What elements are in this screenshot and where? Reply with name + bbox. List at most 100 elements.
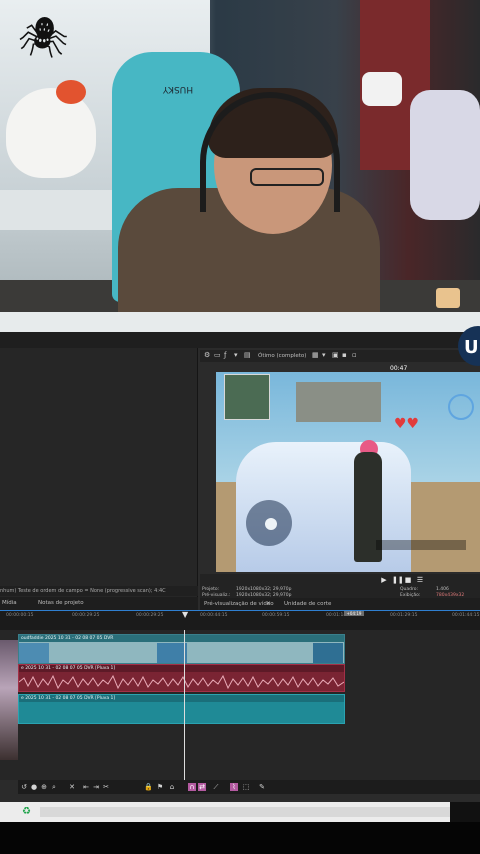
zoom-icon[interactable]: ⊕: [40, 783, 48, 791]
autoripple-icon[interactable]: ⇄: [198, 783, 206, 791]
split-icon[interactable]: ▭: [214, 352, 221, 359]
ghost-decoration: [6, 88, 96, 178]
ruler-tick: 00:00:00:15: [6, 613, 34, 618]
record-icon[interactable]: ●: [30, 783, 38, 791]
bottom-letterbox: [0, 822, 480, 854]
left-tab-bar: Mídia Notas de projeto: [0, 597, 198, 610]
dropdown-chevron-icon[interactable]: ▾: [322, 352, 329, 359]
rewind-icon[interactable]: ↺: [20, 783, 28, 791]
tab-trimmer[interactable]: Unidade de corte: [284, 598, 331, 610]
menu-icon[interactable]: ☰: [416, 576, 424, 584]
split-clip-icon[interactable]: ⇥: [92, 783, 100, 791]
marker-icon[interactable]: ⚑: [156, 783, 164, 791]
game-hud-strip: [376, 540, 466, 550]
settings-icon[interactable]: ⚙: [204, 352, 211, 359]
video-clip[interactable]: e 2025 10 31 - 02 08 07 05 DVR [Pluva 1]: [18, 694, 345, 724]
brand-logo-icon: U: [464, 337, 479, 358]
trim-icon[interactable]: ⇤: [82, 783, 90, 791]
clip-thumbnail: [19, 643, 49, 663]
pause-icon[interactable]: ❚❚: [392, 576, 404, 584]
playhead-marker-icon[interactable]: ▼: [182, 611, 190, 619]
video-editor-window: nhum) Teste de ordem de campo = None (pr…: [0, 332, 480, 822]
recycle-icon[interactable]: ♻: [22, 807, 32, 817]
desk-item: [436, 288, 460, 308]
pumpkin-decoration: [56, 80, 86, 104]
clip-header: e 2025 10 31 - 02 08 07 05 DVR [Pluva 1]: [19, 665, 344, 672]
ruler-tick: 00:00:44:15: [200, 613, 228, 618]
game-minimap: [224, 374, 270, 420]
clip-label: e 2025 10 31 - 02 08 07 05 DVR [Pluva 1]: [21, 666, 116, 671]
timeline-tracks[interactable]: oudfaddie 2025 10 31 - 02 08 07 05 DVR e…: [0, 630, 480, 780]
save-frame-icon[interactable]: ▪: [342, 352, 349, 359]
ruler-tick: 00:00:29:25: [136, 613, 164, 618]
taskbar-app-bar[interactable]: [40, 807, 450, 817]
right-tab-bar: Pré-visualização de vídeo × Unidade de c…: [200, 598, 480, 610]
taskbar: ♻: [0, 802, 480, 822]
close-tab-icon[interactable]: ×: [266, 598, 271, 610]
clip-thumbnail: [157, 643, 187, 663]
game-hud-time: 00:47: [390, 365, 408, 372]
lock-icon[interactable]: 🔒: [144, 783, 153, 791]
overlay-icon[interactable]: ▾: [234, 352, 241, 359]
timeline-toolbar: ↺ ● ⊕ ⌕ ✕ ⇤ ⇥ ✂ 🔒 ⚑ ⌂ ∩ ⇄ ⟋ ⌇ ⬚ ✎: [18, 780, 480, 794]
lamp: [362, 72, 402, 106]
timeline-playhead[interactable]: [184, 630, 185, 780]
webcam-feed: 🕷 HUSKY: [0, 0, 480, 312]
spider-decoration: 🕷: [18, 15, 69, 61]
audio-clip[interactable]: e 2025 10 31 - 02 08 07 05 DVR [Pluva 1]: [18, 664, 345, 692]
clip-label: oudfaddie 2025 10 31 - 02 08 07 05 DVR: [21, 636, 114, 641]
ruler-tick: 00:00:29:25: [72, 613, 100, 618]
game-health-hearts: ♥♥: [394, 416, 420, 432]
video-clip[interactable]: oudfaddie 2025 10 31 - 02 08 07 05 DVR: [18, 634, 345, 664]
snap-icon[interactable]: ∩: [188, 783, 196, 791]
play-icon[interactable]: ▶: [380, 576, 388, 584]
ruler-tick: 00:00:59:15: [262, 613, 290, 618]
preview-toolbar: ⚙ ▭ ƒ ▾ ▤ Ótimo (completo) ▦ ▾ ▣ ▪ ▫: [200, 350, 480, 362]
tab-project-notes[interactable]: Notas de projeto: [38, 597, 84, 610]
game-joystick-knob: [265, 518, 277, 530]
cut-icon[interactable]: ✂: [102, 783, 110, 791]
timeline-ruler[interactable]: 00:00:00:15 00:00:29:25 00:00:29:25 00:0…: [0, 610, 480, 630]
transport-controls: ▶ ❚❚ ■ ☰: [200, 574, 480, 586]
decoration-right: [410, 90, 480, 220]
separator-strip: [0, 312, 480, 332]
copy-frame-icon[interactable]: ▫: [352, 352, 359, 359]
webcam-overlay-figure: [0, 640, 18, 760]
media-panel[interactable]: [0, 348, 198, 612]
ruler-tick: 00:01:44:15: [452, 613, 480, 618]
glasses: [250, 168, 324, 186]
audio-waveform: [19, 674, 344, 690]
editor-top-bar: [0, 332, 480, 348]
envelope-icon[interactable]: ⌇: [230, 783, 238, 791]
clip-label: e 2025 10 31 - 02 08 07 05 DVR [Pluva 1]: [21, 696, 116, 701]
grid-icon[interactable]: ▦: [312, 352, 319, 359]
game-fire-button: [448, 394, 474, 420]
clip-thumbnail: [313, 643, 343, 663]
project-value: 1920x1080x32; 29,970p: [236, 587, 292, 592]
preview-quality-select[interactable]: Ótimo (completo): [258, 350, 306, 362]
game-building: [296, 382, 381, 422]
chair-logo: HUSKY: [162, 84, 194, 94]
clip-header: oudfaddie 2025 10 31 - 02 08 07 05 DVR: [19, 635, 344, 642]
delete-icon[interactable]: ✕: [68, 783, 76, 791]
media-status-text: nhum) Teste de ordem de campo = None (pr…: [0, 586, 198, 596]
snapshot-icon[interactable]: ▣: [332, 352, 339, 359]
project-label: Projeto:: [202, 587, 220, 592]
ruler-tick: 00:01:29:15: [390, 613, 418, 618]
crossfade-icon[interactable]: ⟋: [212, 783, 220, 791]
region-icon[interactable]: ⌂: [168, 783, 176, 791]
selection-icon[interactable]: ⬚: [242, 783, 250, 791]
video-preview[interactable]: ♥♥: [216, 372, 480, 572]
edit-tool-icon[interactable]: ✎: [258, 783, 266, 791]
preview-menu-icon[interactable]: ▤: [244, 352, 251, 359]
tab-video-preview[interactable]: Pré-visualização de vídeo: [204, 598, 274, 610]
loop-region[interactable]: +04:19: [344, 611, 364, 616]
fx-icon[interactable]: ƒ: [224, 352, 231, 359]
taskbar-corner: [450, 802, 480, 822]
frame-label: Quadro:: [400, 587, 419, 592]
frame-value: 1.406: [436, 587, 449, 592]
clip-header: e 2025 10 31 - 02 08 07 05 DVR [Pluva 1]: [19, 695, 344, 702]
tab-media[interactable]: Mídia: [2, 597, 17, 610]
magnifier-icon[interactable]: ⌕: [50, 783, 58, 791]
stop-icon[interactable]: ■: [404, 576, 412, 584]
